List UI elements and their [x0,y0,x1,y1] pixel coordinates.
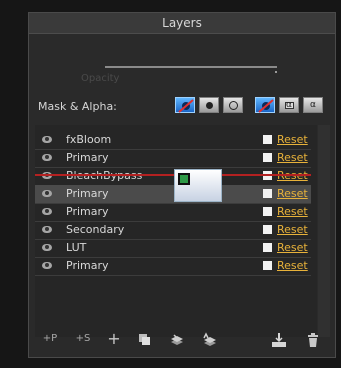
mask-alpha-label: Mask & Alpha: [38,100,117,113]
reset-checkbox[interactable] [263,261,272,270]
drag-preview [174,169,222,202]
eye-icon[interactable] [42,244,52,251]
merge-down-button[interactable] [168,321,186,357]
no-mask-icon [178,99,194,113]
layer-list[interactable]: fxBloom Reset Primary Reset BleachBypass… [35,125,317,337]
reset-link[interactable]: Reset [277,205,308,218]
layers-panel: Layers Opacity Mask & Alpha: α α fxBloom… [28,12,336,358]
eye-icon[interactable] [42,154,52,161]
import-icon [272,333,286,347]
no-mask-button[interactable] [175,97,195,113]
layer-name: Primary [66,187,109,200]
alpha-button[interactable]: α [303,97,323,113]
reset-checkbox[interactable] [263,225,272,234]
reset-link[interactable]: Reset [277,259,308,272]
duplicate-icon [139,334,150,345]
opacity-slider[interactable] [105,66,277,68]
layer-row[interactable]: Primary Reset [35,257,311,275]
alpha-icon: α [310,100,316,110]
reset-link[interactable]: Reset [277,223,308,236]
layer-row-selected[interactable]: Primary Reset [35,185,311,203]
row-divider [35,275,311,276]
no-alpha-icon [258,99,274,113]
reset-link[interactable]: Reset [277,187,308,200]
merge-up-icon [203,332,216,346]
panel-title: Layers [29,13,335,34]
layer-name: Primary [66,205,109,218]
eye-icon[interactable] [42,208,52,215]
layer-name: LUT [66,241,87,254]
eye-icon[interactable] [42,262,52,269]
reset-link[interactable]: Reset [277,241,308,254]
eye-icon[interactable] [42,136,52,143]
reset-checkbox[interactable] [263,153,272,162]
add-primary-button[interactable]: +P [41,321,59,357]
trash-icon [308,333,318,347]
alpha-box-glyph: α [286,100,292,110]
eye-icon[interactable] [42,226,52,233]
layer-row[interactable]: BleachBypass Reset [35,167,311,185]
reset-checkbox[interactable] [263,135,272,144]
reset-checkbox[interactable] [263,189,272,198]
layer-list-scrollbar[interactable] [318,125,330,337]
reset-link[interactable]: Reset [277,151,308,164]
ring-mask-button[interactable] [223,97,243,113]
layer-name: Secondary [66,223,125,236]
filled-circle-mask-icon [206,102,213,109]
merge-down-icon [171,334,183,345]
add-secondary-button[interactable]: +S [74,321,92,357]
layer-name: fxBloom [66,133,112,146]
layer-name: Primary [66,259,109,272]
import-button[interactable] [270,321,288,357]
no-alpha-button[interactable] [255,97,275,113]
reset-link[interactable]: Reset [277,133,308,146]
layer-row[interactable]: Primary Reset [35,203,311,221]
bottom-toolbar: +P +S + [29,321,335,357]
add-layer-button[interactable]: + [105,321,123,357]
layer-row[interactable]: Secondary Reset [35,221,311,239]
delete-button[interactable] [305,321,321,357]
drag-layer-icon [178,173,190,185]
opacity-slider-thumb[interactable] [275,71,277,73]
layer-row[interactable]: Primary Reset [35,149,311,167]
opacity-label: Opacity [81,73,120,84]
layer-name: Primary [66,151,109,164]
drop-indicator [35,174,311,176]
ring-mask-icon [229,101,238,110]
layer-row[interactable]: LUT Reset [35,239,311,257]
filled-mask-button[interactable] [199,97,219,113]
duplicate-button[interactable] [137,321,153,357]
eye-icon[interactable] [42,190,52,197]
reset-checkbox[interactable] [263,207,272,216]
alpha-box-button[interactable]: α [279,97,299,113]
merge-up-button[interactable] [200,321,218,357]
layer-row[interactable]: fxBloom Reset [35,131,311,149]
reset-checkbox[interactable] [263,243,272,252]
